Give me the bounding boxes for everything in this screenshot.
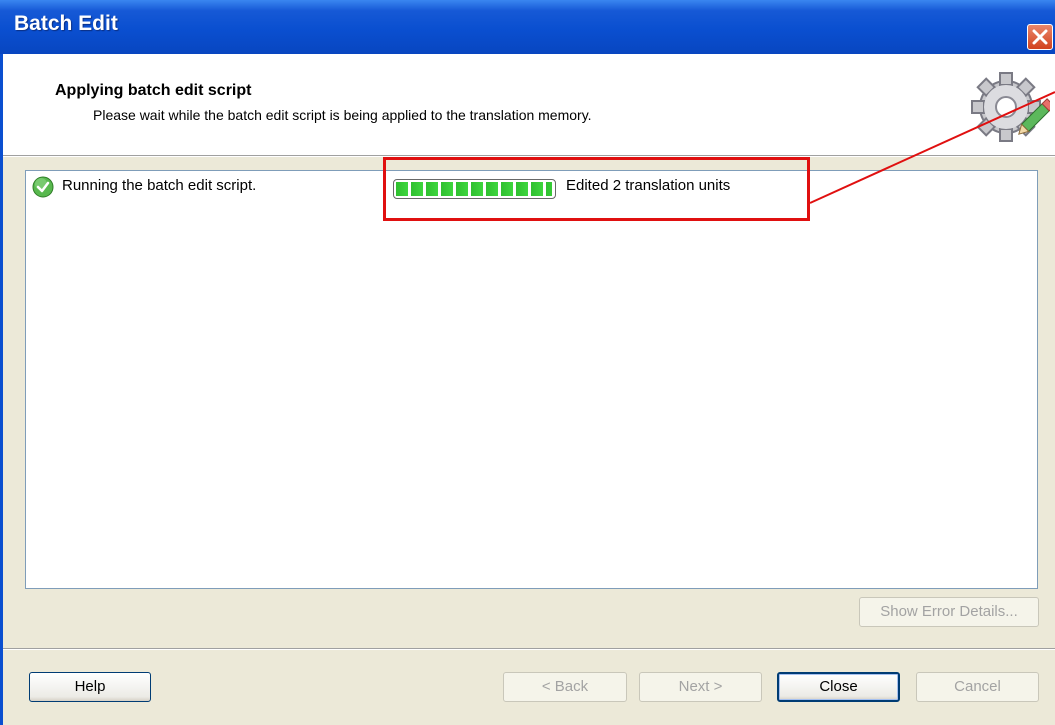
close-button[interactable]: Close bbox=[777, 672, 900, 702]
close-window-button[interactable] bbox=[1027, 24, 1053, 50]
wizard-header bbox=[3, 54, 1055, 157]
cancel-button[interactable]: Cancel bbox=[916, 672, 1039, 702]
window-title: Batch Edit bbox=[14, 12, 118, 35]
next-button[interactable]: Next > bbox=[639, 672, 762, 702]
show-error-details-button[interactable]: Show Error Details... bbox=[859, 597, 1039, 627]
title-bar[interactable]: Batch Edit bbox=[0, 0, 1055, 54]
close-icon bbox=[1032, 29, 1048, 45]
page-subtitle: Please wait while the batch edit script … bbox=[93, 107, 592, 123]
task-label: Running the batch edit script. bbox=[62, 177, 257, 194]
page-title: Applying batch edit script bbox=[55, 82, 252, 99]
annotation-highlight-box bbox=[383, 157, 810, 221]
back-button[interactable]: < Back bbox=[503, 672, 627, 702]
task-list[interactable] bbox=[25, 170, 1038, 589]
gear-pencil-icon bbox=[971, 72, 1050, 142]
check-icon bbox=[32, 176, 54, 198]
help-button[interactable]: Help bbox=[29, 672, 151, 702]
